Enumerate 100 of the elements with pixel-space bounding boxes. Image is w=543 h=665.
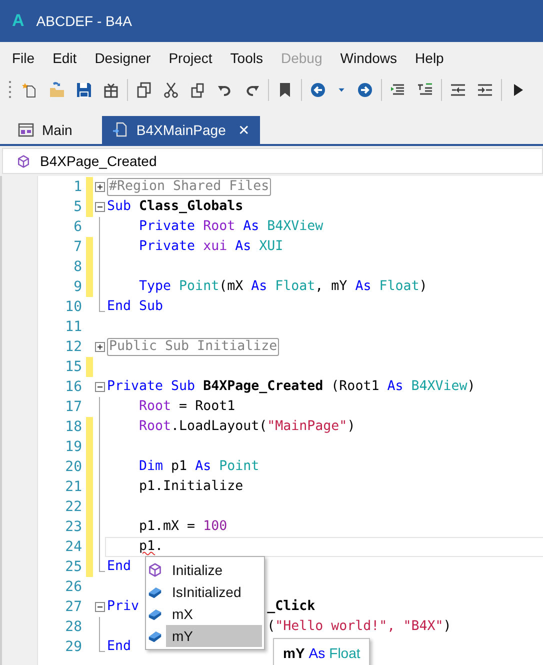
- code-token: _Click: [267, 598, 316, 616]
- tooltip-text: As: [308, 645, 326, 661]
- menu-item[interactable]: File: [6, 47, 41, 69]
- code-token: Point: [219, 458, 260, 476]
- copy-icon[interactable]: [136, 82, 152, 98]
- suggestion-item[interactable]: mX: [166, 603, 262, 625]
- forward-icon[interactable]: [357, 82, 373, 98]
- line-number: 21: [64, 478, 83, 497]
- code-token: As: [243, 218, 260, 236]
- code-token: ): [419, 278, 428, 296]
- save-icon[interactable]: [76, 82, 92, 98]
- code-token: (: [267, 618, 276, 636]
- code-token: Type: [139, 278, 172, 296]
- editor-tab[interactable]: B4XMainPage ✕: [102, 116, 260, 144]
- tooltip-text: Float: [329, 645, 360, 661]
- line-number: 24: [64, 538, 83, 557]
- line-number: 22: [64, 498, 83, 517]
- code-token: 100: [203, 518, 228, 536]
- line-number: 1: [72, 178, 83, 197]
- expand-icon[interactable]: [95, 182, 105, 192]
- cut-icon[interactable]: [163, 82, 179, 98]
- cube-icon: [148, 563, 162, 577]
- menu-item[interactable]: Windows: [334, 47, 404, 69]
- menu-item[interactable]: Designer: [88, 47, 157, 69]
- code-token: (Root1: [331, 378, 380, 396]
- app-logo: A: [12, 11, 24, 31]
- back-icon[interactable]: [310, 82, 326, 98]
- line-number: 11: [64, 318, 83, 337]
- open-folder-icon[interactable]: [49, 82, 65, 98]
- code-token: Float: [379, 278, 420, 296]
- suggestion-item[interactable]: mY: [166, 625, 262, 647]
- line-number: 17: [64, 398, 83, 417]
- collapse-icon[interactable]: [95, 382, 105, 392]
- line-number: 10: [64, 298, 83, 317]
- paste-icon[interactable]: [190, 82, 206, 98]
- menu-item[interactable]: Tools: [224, 47, 269, 69]
- collapse-icon[interactable]: [95, 202, 105, 212]
- line-number: 16: [64, 378, 83, 397]
- code-token: "B4X": [403, 618, 444, 636]
- editor-tab[interactable]: Main: [8, 116, 82, 144]
- code-token: B4XView: [411, 378, 468, 396]
- code-token: As: [251, 278, 268, 296]
- menu-item[interactable]: Help: [409, 47, 450, 69]
- code-token: As: [235, 238, 252, 256]
- line-number: 7: [72, 238, 83, 257]
- code-token: =: [179, 398, 188, 416]
- code-token: p1: [139, 538, 156, 556]
- code-token: End: [107, 298, 132, 316]
- toolbar-grip-icon: [8, 80, 11, 100]
- outdent-icon[interactable]: [450, 82, 466, 98]
- code-token: xui: [203, 238, 228, 256]
- field-icon: [148, 607, 162, 621]
- line-number: 9: [72, 278, 83, 297]
- indent-lines-icon[interactable]: [477, 82, 493, 98]
- code-token: "Hello world!",: [275, 618, 396, 636]
- code-token: Class_Globals: [139, 198, 244, 216]
- line-number: 27: [64, 598, 83, 617]
- field-icon: [148, 629, 162, 643]
- layout-icon: [18, 122, 34, 138]
- file-icon: [112, 122, 128, 138]
- code-token: .: [155, 538, 164, 556]
- expand-icon[interactable]: [95, 342, 105, 352]
- line-number: 6: [72, 218, 83, 237]
- code-token: "MainPage": [267, 418, 348, 436]
- code-token: p1: [171, 458, 188, 476]
- code-token: As: [195, 458, 212, 476]
- line-number: 8: [72, 258, 83, 277]
- code-token: Point: [179, 278, 220, 296]
- code-token: Private: [139, 238, 196, 256]
- code-token: As: [387, 378, 404, 396]
- collapsed-region: #Region Shared Files: [107, 178, 272, 196]
- collapse-icon[interactable]: [95, 602, 105, 612]
- line-number: 12: [64, 338, 83, 357]
- code-token: End: [107, 638, 132, 656]
- code-token: Dim: [139, 458, 164, 476]
- suggestion-item[interactable]: Initialize: [166, 559, 262, 581]
- code-token: Priv: [107, 598, 140, 616]
- new-file-icon[interactable]: [22, 82, 38, 98]
- member-selector[interactable]: B4XPage_Created: [2, 148, 543, 174]
- line-number: 20: [64, 458, 83, 477]
- bookmark-icon[interactable]: [277, 82, 293, 98]
- close-tab-button[interactable]: ✕: [238, 122, 250, 138]
- suggestion-item[interactable]: IsInitialized: [166, 581, 262, 603]
- code-token: p1.mX: [139, 518, 180, 536]
- line-number: 26: [64, 578, 83, 597]
- code-token: ): [347, 418, 356, 436]
- code-token: Root: [203, 218, 236, 236]
- code-token: p1.Initialize: [139, 478, 244, 496]
- code-token: .LoadLayout(: [171, 418, 268, 436]
- code-token: B4XPage_Created: [203, 378, 324, 396]
- code-token: As: [355, 278, 372, 296]
- menu-item[interactable]: Project: [162, 47, 218, 69]
- code-token: Root: [139, 418, 172, 436]
- code-token: ): [443, 618, 452, 636]
- code-token: ): [467, 378, 476, 396]
- code-token: Private: [139, 218, 196, 236]
- gift-icon[interactable]: [103, 82, 119, 98]
- code-token: Float: [275, 278, 316, 296]
- menu-item[interactable]: Edit: [46, 47, 83, 69]
- code-token: Private: [107, 378, 164, 396]
